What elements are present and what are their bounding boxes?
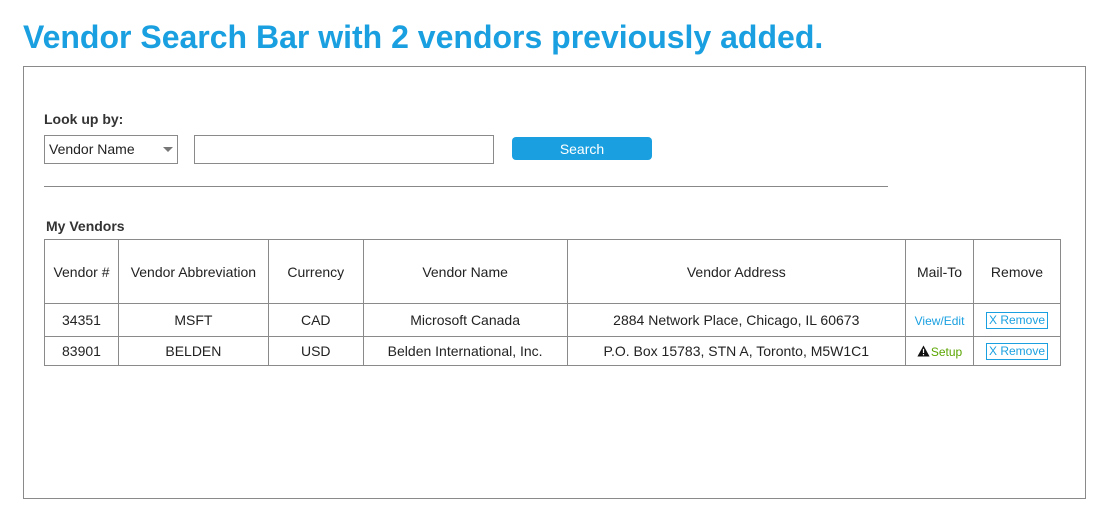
- remove-button[interactable]: X Remove: [985, 312, 1049, 329]
- vendor-name-cell: Microsoft Canada: [362, 303, 568, 337]
- search-button[interactable]: Search: [512, 137, 652, 160]
- vendor-abbreviation-cell: BELDEN: [117, 336, 269, 366]
- column-header-vendor-name: Vendor Name: [362, 239, 568, 304]
- column-header-vendor-address: Vendor Address: [566, 239, 907, 304]
- currency-cell: CAD: [267, 303, 364, 337]
- column-header-vendor-number: Vendor #: [44, 239, 119, 304]
- mail-to-cell: View/Edit: [905, 303, 974, 337]
- column-header-vendor-abbreviation: Vendor Abbreviation: [117, 239, 269, 304]
- vendor-abbreviation-cell: MSFT: [117, 303, 269, 337]
- vendor-number-cell: 34351: [44, 303, 119, 337]
- vendor-name-cell: Belden International, Inc.: [362, 336, 568, 366]
- warning-icon: [917, 345, 930, 357]
- lookup-label: Look up by:: [44, 111, 124, 127]
- setup-link[interactable]: Setup: [917, 343, 962, 359]
- vendor-search-panel: Look up by: Vendor Name Search My Vendor…: [23, 66, 1086, 499]
- lookup-by-select[interactable]: Vendor Name: [44, 135, 178, 164]
- vendor-address-cell: 2884 Network Place, Chicago, IL 60673: [566, 303, 907, 337]
- mail-to-cell: Setup: [905, 336, 974, 366]
- divider: [44, 186, 888, 187]
- column-header-mail-to: Mail-To: [905, 239, 974, 304]
- view-edit-link[interactable]: View/Edit: [915, 314, 965, 328]
- lookup-by-selected-value: Vendor Name: [49, 141, 135, 157]
- table-row: 83901 BELDEN USD Belden International, I…: [44, 336, 1061, 366]
- vendor-number-cell: 83901: [44, 336, 119, 366]
- column-header-remove: Remove: [973, 239, 1061, 304]
- my-vendors-title: My Vendors: [46, 218, 125, 234]
- vendor-address-cell: P.O. Box 15783, STN A, Toronto, M5W1C1: [566, 336, 907, 366]
- vendors-table: Vendor # Vendor Abbreviation Currency Ve…: [44, 239, 1061, 366]
- table-row: 34351 MSFT CAD Microsoft Canada 2884 Net…: [44, 303, 1061, 337]
- currency-cell: USD: [267, 336, 364, 366]
- setup-link-label: Setup: [930, 345, 963, 359]
- remove-button[interactable]: X Remove: [985, 343, 1049, 360]
- table-header-row: Vendor # Vendor Abbreviation Currency Ve…: [44, 239, 1061, 304]
- search-input[interactable]: [194, 135, 494, 164]
- remove-cell: X Remove: [973, 336, 1061, 366]
- page-title: Vendor Search Bar with 2 vendors previou…: [23, 19, 824, 55]
- column-header-currency: Currency: [267, 239, 364, 304]
- chevron-down-icon: [163, 147, 173, 152]
- remove-cell: X Remove: [973, 303, 1061, 337]
